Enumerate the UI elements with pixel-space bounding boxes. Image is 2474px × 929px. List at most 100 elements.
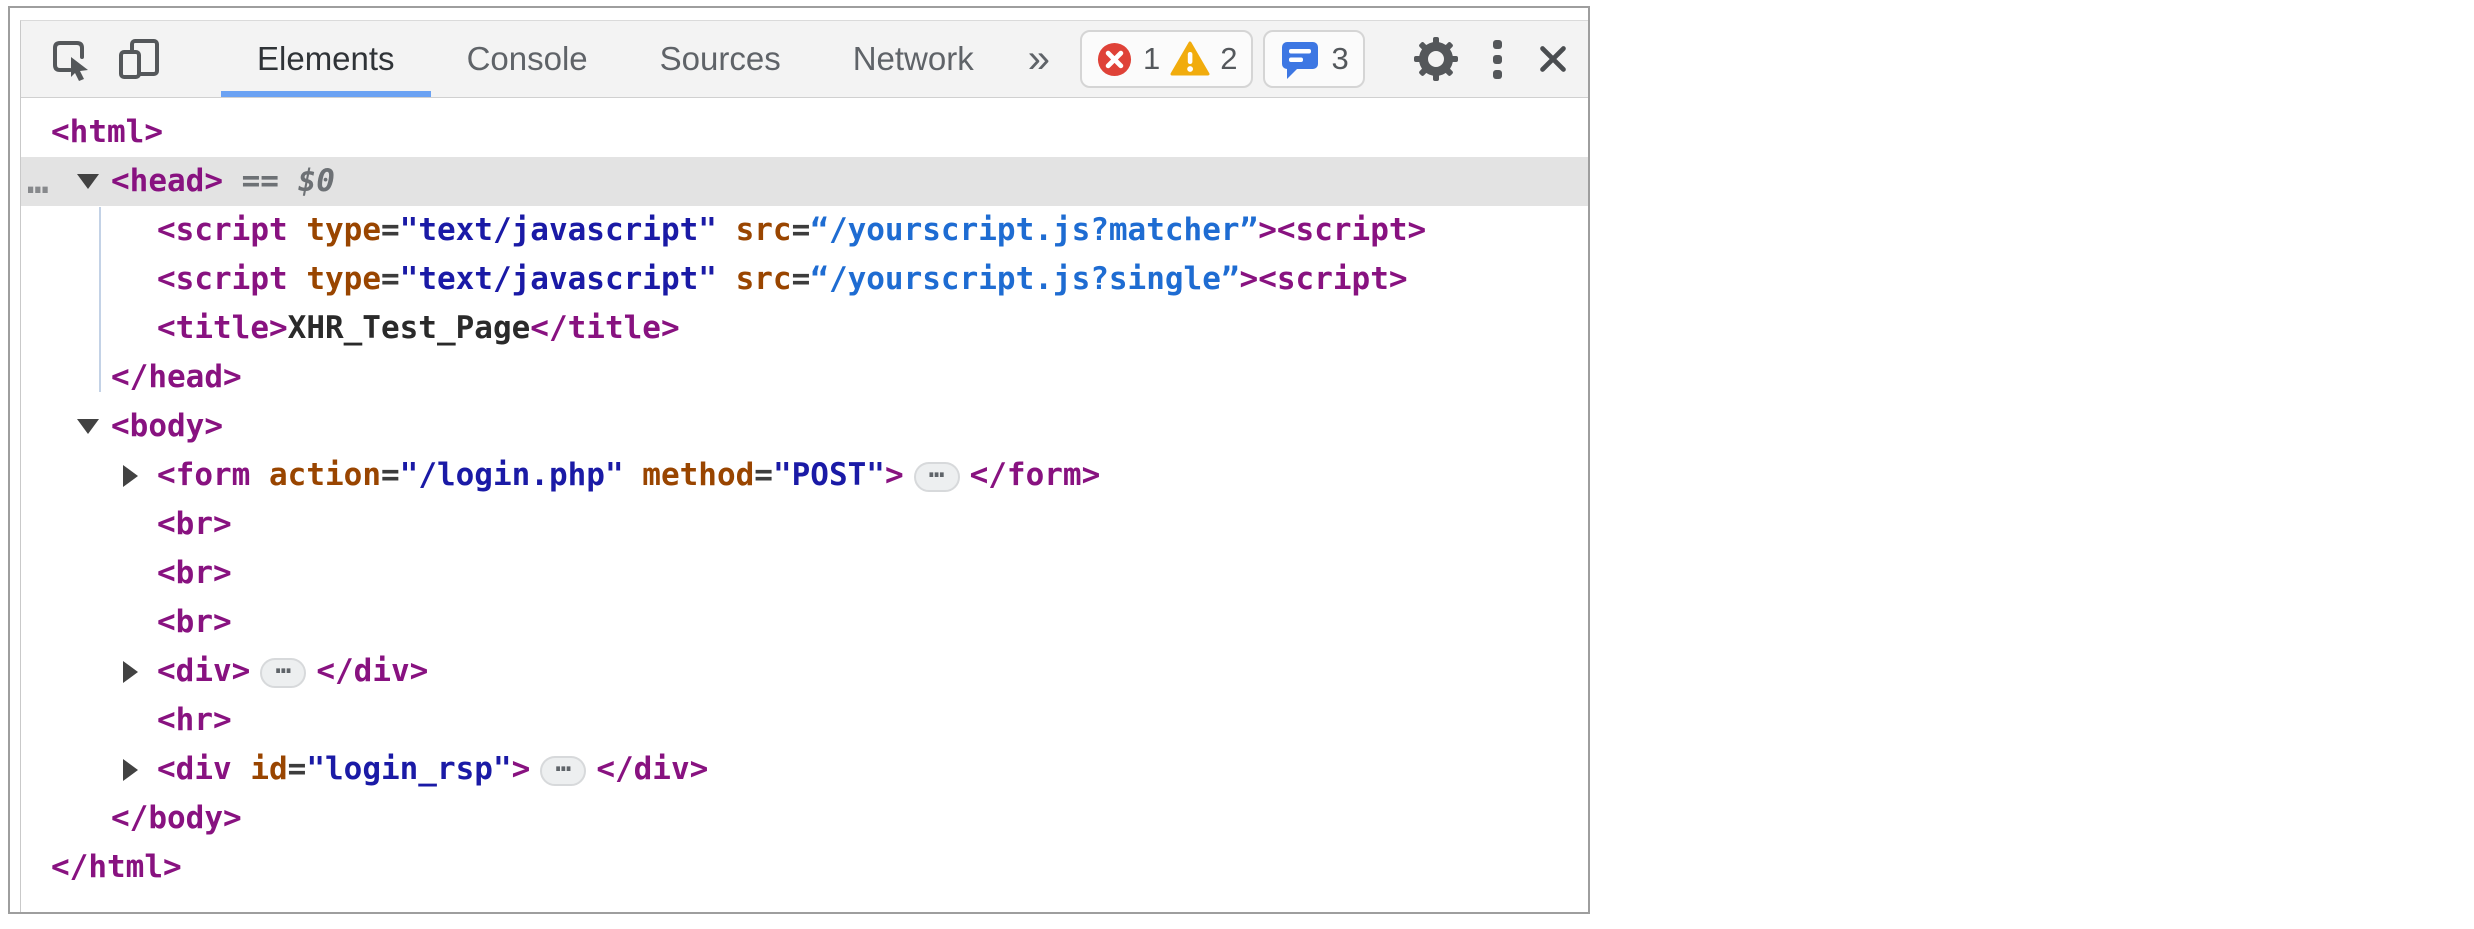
code-text: XHR_Test_Page [288,310,531,346]
dom-tree: <html>…<head> == $0<script type="text/ja… [21,98,1588,912]
expand-arrow-icon[interactable] [123,465,138,487]
page-canvas: { "toolbar": { "tabs": [ {"label": "Elem… [0,0,2474,929]
gear-icon [1413,36,1459,82]
inspect-element-button[interactable] [49,37,93,81]
settings-button[interactable] [1413,36,1459,82]
code-tag: <body> [111,408,223,444]
device-toolbar-button[interactable] [117,37,161,81]
code-tag: <head> [111,163,223,199]
warning-icon [1170,41,1210,77]
code-eq: = [792,261,811,297]
code-val: "login_rsp" [306,751,511,787]
code-eq: = [381,261,400,297]
code-tag: <div [157,751,232,787]
code-tag: <br> [157,506,232,542]
code-link: “/yourscript.js?single” [810,261,1239,297]
code-val: "POST" [773,457,885,493]
message-icon [1279,38,1321,80]
code-tag: <br> [157,604,232,640]
tab-network[interactable]: Network [817,21,1010,97]
code-attr: id [250,751,287,787]
inspect-cursor-icon [49,37,93,81]
code-attr: action [269,457,381,493]
code-attr: type [306,261,381,297]
devtools-window: ElementsConsoleSourcesNetwork » 1 2 [20,20,1588,912]
tree-row[interactable]: <div id="login_rsp"> … </div> [21,745,1588,794]
tab-sources[interactable]: Sources [624,21,817,97]
messages-badge[interactable]: 3 [1263,30,1364,88]
close-icon [1534,40,1572,78]
tree-row[interactable]: <div>…</div> [21,647,1588,696]
code-attr: src [736,261,792,297]
hidden-children-button[interactable]: … [260,658,306,688]
code-plain [624,457,643,493]
code-tag: <script [157,261,288,297]
code-plain [288,212,307,248]
code-eq: = [792,212,811,248]
tree-row[interactable]: </html> [21,843,1588,892]
code-plain [288,261,307,297]
code-tag: <hr> [157,702,232,738]
device-toolbar-icon [117,37,161,81]
code-eq: = [381,212,400,248]
tree-row[interactable]: <form action="/login.php" method="POST">… [21,451,1588,500]
code-attr: method [642,457,754,493]
tab-console[interactable]: Console [431,21,624,97]
code-eq: = [381,457,400,493]
code-eq: = [288,751,307,787]
tab-elements[interactable]: Elements [221,21,431,97]
code-plain [250,457,269,493]
more-options-button[interactable] [1489,36,1506,83]
code-link: “/yourscript.js?matcher” [810,212,1258,248]
code-tag: </div> [316,653,428,689]
expand-arrow-icon[interactable] [123,759,138,781]
tab-bar: ElementsConsoleSourcesNetwork [221,21,1010,97]
code-val: "text/javascript" [400,212,717,248]
code-plain [717,261,736,297]
error-icon [1096,41,1133,78]
tree-row[interactable]: <hr> [21,696,1588,745]
code-tag: </html> [51,849,182,885]
tree-row[interactable]: <br> [21,500,1588,549]
screenshot-frame: ElementsConsoleSourcesNetwork » 1 2 [8,6,1590,914]
error-count: 1 [1143,41,1160,77]
code-tag: ><script> [1258,212,1426,248]
code-tag: <br> [157,555,232,591]
message-count: 3 [1331,41,1348,77]
hidden-children-button[interactable]: … [914,462,960,492]
tree-row[interactable]: </head> [21,353,1588,402]
tree-row[interactable]: </body> [21,794,1588,843]
collapse-arrow-icon[interactable] [77,419,99,434]
code-tag: </form> [970,457,1101,493]
code-tag: </div> [596,751,708,787]
code-eq: = [754,457,773,493]
code-tag: <script [157,212,288,248]
row-overflow-dots: … [27,157,49,206]
tree-row[interactable]: <script type="text/javascript" src=“/you… [21,255,1588,304]
tree-row[interactable]: <html> [21,108,1588,157]
code-tag: </body> [111,800,242,836]
tree-row[interactable]: <script type="text/javascript" src=“/you… [21,206,1588,255]
tree-row[interactable]: <body> [21,402,1588,451]
tree-row-selected[interactable]: … <head> == $0 [21,157,1588,206]
hidden-children-button[interactable]: … [540,756,586,786]
expand-arrow-icon[interactable] [123,661,138,683]
code-tag: > [512,751,531,787]
close-devtools-button[interactable] [1534,40,1572,78]
code-tag: > [885,457,904,493]
devtools-toolbar: ElementsConsoleSourcesNetwork » 1 2 [21,21,1588,98]
code-tag: <html> [51,114,163,150]
code-attr: type [306,212,381,248]
code-tag: <form [157,457,250,493]
errors-warnings-badge[interactable]: 1 2 [1080,30,1254,88]
tree-row[interactable]: <title>XHR_Test_Page</title> [21,304,1588,353]
tree-row[interactable]: <br> [21,549,1588,598]
warning-count: 2 [1220,41,1237,77]
more-tabs-button[interactable]: » [1018,37,1060,82]
tree-row[interactable]: <br> [21,598,1588,647]
code-tag: ><script> [1240,261,1408,297]
code-val: "text/javascript" [400,261,717,297]
collapse-arrow-icon[interactable] [77,174,99,189]
code-attr: src [736,212,792,248]
code-meta: == $0 [223,163,335,199]
